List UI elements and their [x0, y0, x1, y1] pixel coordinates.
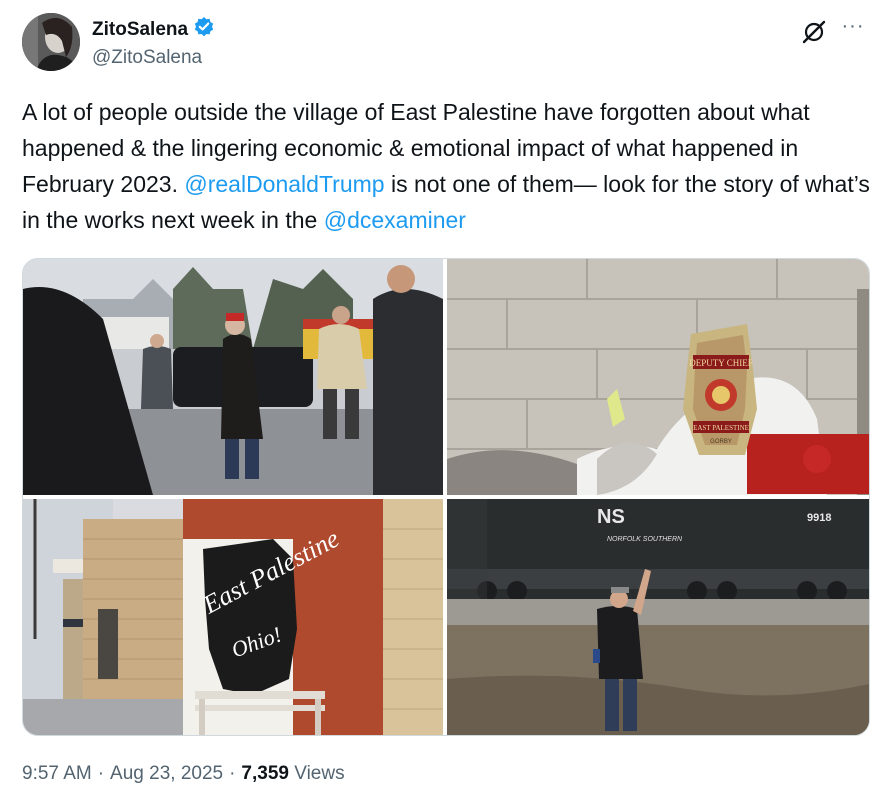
- photo-train[interactable]: NS NORFOLK SOUTHERN 9918: [447, 499, 869, 735]
- photo-street-crowd[interactable]: [23, 259, 443, 495]
- meta-separator: ·: [229, 763, 236, 784]
- tweet-date[interactable]: Aug 23, 2025: [110, 763, 223, 784]
- locomotive-logo-text: NS: [597, 506, 625, 528]
- tweet-meta: 9:57 AM · Aug 23, 2025 · 7,359 Views: [22, 763, 345, 785]
- avatar[interactable]: [22, 13, 80, 71]
- author-display-name[interactable]: ZitoSalena: [92, 19, 188, 41]
- tweet-text: A lot of people outside the village of E…: [22, 94, 872, 238]
- grok-icon[interactable]: [800, 18, 828, 46]
- helmet-shield-name-text: GORBY: [710, 439, 732, 445]
- mention-link[interactable]: @dcexaminer: [324, 207, 466, 233]
- more-options-button[interactable]: ···: [838, 14, 868, 44]
- meta-separator: ·: [97, 763, 105, 784]
- locomotive-number-text: 9918: [807, 512, 831, 524]
- photo-fire-helmet[interactable]: DEPUTY CHIEF EAST PALESTINE GORBY: [447, 259, 869, 495]
- views-count[interactable]: 7,359: [241, 763, 289, 784]
- tweet-time[interactable]: 9:57 AM: [22, 763, 92, 784]
- author-name-row: ZitoSalena: [92, 16, 215, 43]
- author-handle[interactable]: @ZitoSalena: [92, 47, 202, 69]
- media-grid: DEPUTY CHIEF EAST PALESTINE GORBY East P…: [22, 258, 870, 736]
- helmet-shield-top-text: DEPUTY CHIEF: [689, 358, 752, 368]
- helmet-shield-bottom-text: EAST PALESTINE: [693, 424, 749, 432]
- views-label: Views: [294, 763, 345, 784]
- mention-link[interactable]: @realDonaldTrump: [184, 171, 384, 197]
- photo-mural[interactable]: East Palestine Ohio!: [23, 499, 443, 735]
- locomotive-name-text: NORFOLK SOUTHERN: [607, 536, 683, 543]
- verified-badge-icon: [193, 16, 215, 43]
